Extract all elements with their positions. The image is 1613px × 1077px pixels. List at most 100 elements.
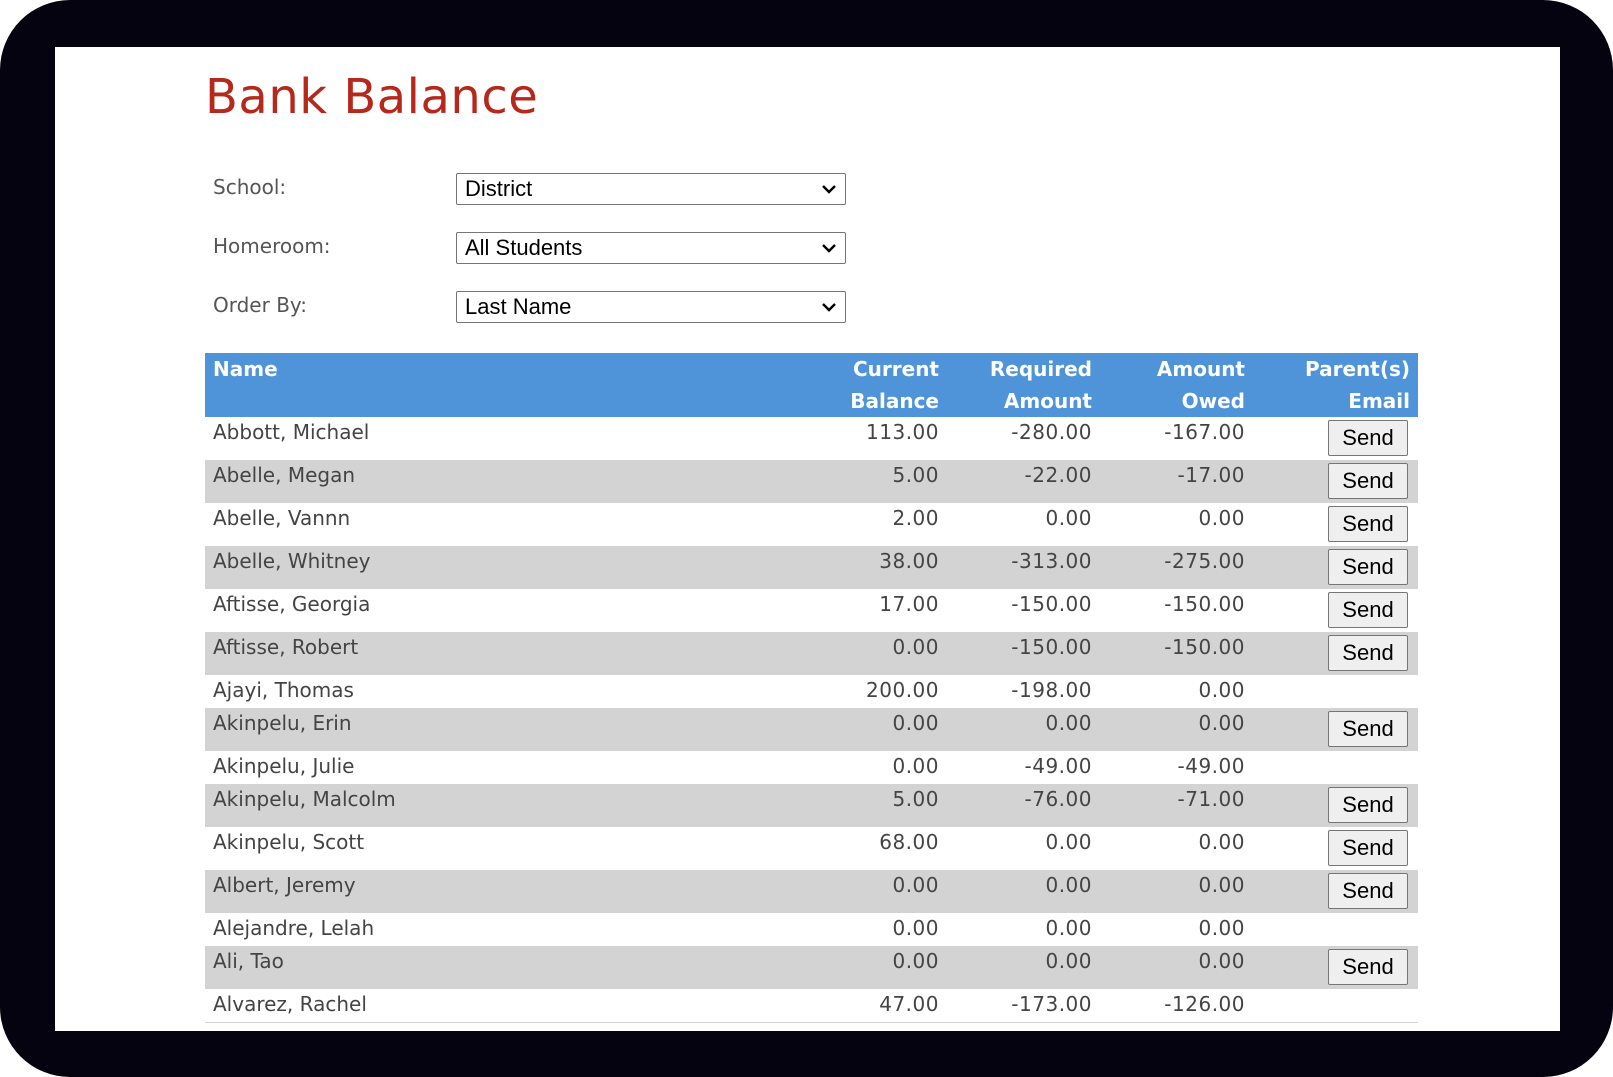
send-email-button[interactable]: Send xyxy=(1328,592,1408,628)
cell-amount-owed: 0.00 xyxy=(1198,506,1245,530)
cell-current-balance: 200.00 xyxy=(866,678,939,702)
cell-current-balance: 0.00 xyxy=(825,870,947,913)
cell-name: Alejandre, Lelah xyxy=(213,916,375,940)
header-parents-email: Parent(s) Email xyxy=(1253,353,1418,417)
cell-amount-owed: -150.00 xyxy=(1100,632,1253,675)
cell-required-amount: -313.00 xyxy=(947,546,1100,589)
cell-required-amount: 0.00 xyxy=(947,870,1100,913)
screen: Bank Balance School: District Homeroom: … xyxy=(55,47,1560,1031)
cell-parents-email: Send xyxy=(1253,546,1418,589)
cell-current-balance: 38.00 xyxy=(825,546,947,589)
send-email-button[interactable]: Send xyxy=(1328,549,1408,585)
table-row: Akinpelu, Erin 0.00 0.00 0.00 Send xyxy=(205,708,1418,751)
cell-required-amount: -150.00 xyxy=(1011,592,1092,616)
table-row: Aftisse, Robert 0.00 -150.00 -150.00 Send xyxy=(205,632,1418,675)
balance-table: Name Current Balance Required Amount Amoun… xyxy=(205,353,1418,1023)
send-email-button[interactable]: Send xyxy=(1328,787,1408,823)
order-by-select[interactable]: Last Name xyxy=(456,291,846,323)
cell-required-amount: 0.00 xyxy=(947,946,1100,989)
cell-parents-email: Send xyxy=(1253,827,1418,870)
cell-name: Abelle, Whitney xyxy=(205,546,825,589)
order-by-filter: Order By: Last Name xyxy=(213,291,853,323)
cell-current-balance: 0.00 xyxy=(825,632,947,675)
cell-amount-owed: 0.00 xyxy=(1100,870,1253,913)
cell-required-amount: -150.00 xyxy=(947,632,1100,675)
send-email-button[interactable]: Send xyxy=(1328,635,1408,671)
header-current-balance: Current Balance xyxy=(825,353,947,417)
page-title: Bank Balance xyxy=(205,69,539,125)
table-row: Ali, Tao 0.00 0.00 0.00 Send xyxy=(205,946,1418,989)
homeroom-select[interactable]: All Students xyxy=(456,232,846,264)
cell-amount-owed: -150.00 xyxy=(1164,592,1245,616)
send-email-button[interactable]: Send xyxy=(1328,711,1408,747)
cell-name: Akinpelu, Julie xyxy=(213,754,355,778)
table-row: Aftisse, Georgia 17.00 -150.00 -150.00 Send xyxy=(205,589,1418,632)
send-email-button[interactable]: Send xyxy=(1328,873,1408,909)
chevron-down-icon xyxy=(822,185,836,194)
cell-current-balance: 2.00 xyxy=(892,506,939,530)
cell-required-amount: -22.00 xyxy=(947,460,1100,503)
cell-name: Alvarez, Rachel xyxy=(205,989,825,1023)
homeroom-select-value: All Students xyxy=(465,235,583,260)
cell-amount-owed: -49.00 xyxy=(1177,754,1245,778)
cell-amount-owed: -167.00 xyxy=(1164,420,1245,444)
cell-parents-email xyxy=(1253,913,1418,946)
cell-required-amount: 0.00 xyxy=(947,708,1100,751)
cell-amount-owed: -17.00 xyxy=(1100,460,1253,503)
send-email-button[interactable]: Send xyxy=(1328,506,1408,542)
cell-amount-owed: 0.00 xyxy=(1100,708,1253,751)
header-name: Name xyxy=(205,353,825,417)
cell-current-balance: 5.00 xyxy=(825,784,947,827)
table-row: Alvarez, Rachel 47.00 -173.00 -126.00 xyxy=(205,989,1418,1023)
table-body: Abbott, Michael 113.00 -280.00 -167.00 Send A… xyxy=(205,417,1418,1023)
cell-current-balance: 113.00 xyxy=(866,420,939,444)
cell-parents-email: Send xyxy=(1253,503,1418,546)
cell-current-balance: 0.00 xyxy=(892,916,939,940)
cell-required-amount: -280.00 xyxy=(1011,420,1092,444)
table-row: Abelle, Whitney 38.00 -313.00 -275.00 Send xyxy=(205,546,1418,589)
order-by-select-value: Last Name xyxy=(465,294,572,319)
table-header-row: Name Current Balance Required Amount Amoun… xyxy=(205,353,1418,417)
cell-current-balance: 0.00 xyxy=(825,708,947,751)
cell-name: Akinpelu, Malcolm xyxy=(205,784,825,827)
cell-name: Akinpelu, Erin xyxy=(205,708,825,751)
cell-parents-email xyxy=(1253,751,1418,784)
table-row: Akinpelu, Malcolm 5.00 -76.00 -71.00 Send xyxy=(205,784,1418,827)
cell-name: Abelle, Vannn xyxy=(213,506,351,530)
cell-required-amount: -173.00 xyxy=(947,989,1100,1023)
table-row: Akinpelu, Julie 0.00 -49.00 -49.00 xyxy=(205,751,1418,784)
chevron-down-icon xyxy=(822,303,836,312)
cell-required-amount: 0.00 xyxy=(1045,506,1092,530)
order-by-label: Order By: xyxy=(213,293,308,317)
school-select-value: District xyxy=(465,176,533,201)
homeroom-label: Homeroom: xyxy=(213,234,331,258)
cell-amount-owed: 0.00 xyxy=(1198,830,1245,854)
cell-amount-owed: -126.00 xyxy=(1100,989,1253,1023)
cell-amount-owed: -275.00 xyxy=(1100,546,1253,589)
school-filter: School: District xyxy=(213,173,853,205)
cell-current-balance: 68.00 xyxy=(879,830,939,854)
school-select[interactable]: District xyxy=(456,173,846,205)
chevron-down-icon xyxy=(822,244,836,253)
cell-parents-email xyxy=(1253,989,1418,1023)
cell-parents-email: Send xyxy=(1253,632,1418,675)
table-row: Alejandre, Lelah 0.00 0.00 0.00 xyxy=(205,913,1418,946)
cell-current-balance: 0.00 xyxy=(825,946,947,989)
cell-parents-email xyxy=(1253,675,1418,708)
cell-name: Ajayi, Thomas xyxy=(213,678,354,702)
table-row: Abelle, Vannn 2.00 0.00 0.00 Send xyxy=(205,503,1418,546)
cell-current-balance: 5.00 xyxy=(825,460,947,503)
cell-amount-owed: 0.00 xyxy=(1198,916,1245,940)
table-row: Albert, Jeremy 0.00 0.00 0.00 Send xyxy=(205,870,1418,913)
send-email-button[interactable]: Send xyxy=(1328,463,1408,499)
send-email-button[interactable]: Send xyxy=(1328,949,1408,985)
send-email-button[interactable]: Send xyxy=(1328,420,1408,456)
cell-parents-email: Send xyxy=(1253,460,1418,503)
table-row: Akinpelu, Scott 68.00 0.00 0.00 Send xyxy=(205,827,1418,870)
cell-amount-owed: -71.00 xyxy=(1100,784,1253,827)
cell-parents-email: Send xyxy=(1253,417,1418,460)
table-row: Ajayi, Thomas 200.00 -198.00 0.00 xyxy=(205,675,1418,708)
send-email-button[interactable]: Send xyxy=(1328,830,1408,866)
header-amount-owed: Amount Owed xyxy=(1100,353,1253,417)
homeroom-filter: Homeroom: All Students xyxy=(213,232,853,264)
